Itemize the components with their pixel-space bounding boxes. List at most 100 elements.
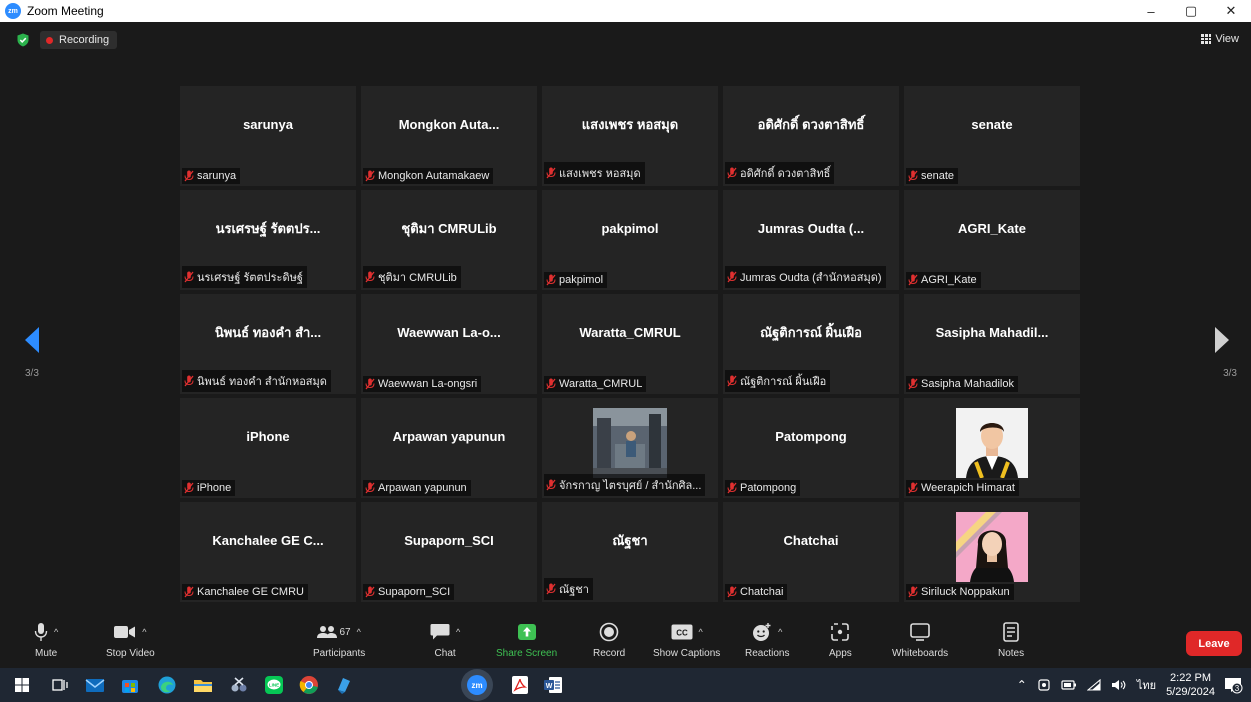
- muted-microphone-icon: [908, 274, 918, 286]
- participant-tile[interactable]: Chatchai Chatchai: [723, 502, 899, 602]
- wifi-icon[interactable]: [1086, 679, 1101, 691]
- muted-microphone-icon: [908, 586, 918, 598]
- participant-name: Kanchalee GE CMRU: [197, 586, 304, 598]
- show-hidden-icons-chevron-icon[interactable]: ⌃: [1017, 678, 1027, 692]
- participant-name: Jumras Oudta (สำนักหอสมุด): [740, 272, 882, 284]
- participant-tile[interactable]: Supaporn_SCI Supaporn_SCI: [361, 502, 537, 602]
- participant-display-name: Supaporn_SCI: [404, 532, 494, 548]
- media-app-icon[interactable]: [334, 675, 354, 695]
- participant-tile[interactable]: Waratta_CMRUL Waratta_CMRUL: [542, 294, 718, 394]
- file-explorer-icon[interactable]: [193, 675, 213, 695]
- encryption-shield-icon[interactable]: [16, 33, 30, 47]
- participant-tile[interactable]: ณัฐติการณ์ ผิ้นเฝือ ณัฐติการณ์ ผิ้นเฝือ: [723, 294, 899, 394]
- participant-name-label: Patompong: [725, 480, 801, 496]
- participant-tile[interactable]: นรเศรษฐ์ รัตตปร... นรเศรษฐ์ รัตตประดิษฐ์: [180, 190, 356, 290]
- participant-tile[interactable]: ณัฐชา ณัฐชา: [542, 502, 718, 602]
- reactions-options-caret-icon[interactable]: ^: [778, 627, 782, 637]
- line-app-icon[interactable]: LINE: [264, 675, 284, 695]
- notes-icon: [1003, 622, 1019, 642]
- mail-app-icon[interactable]: [85, 675, 105, 695]
- participant-display-name: นรเศรษฐ์ รัตตปร...: [215, 220, 321, 236]
- snipping-tool-icon[interactable]: [229, 675, 249, 695]
- participant-tile[interactable]: AGRI_Kate AGRI_Kate: [904, 190, 1080, 290]
- chrome-browser-icon[interactable]: [299, 675, 319, 695]
- participant-name: นิพนธ์ ทองคำ สำนักหอสมุด: [197, 376, 327, 388]
- muted-microphone-icon: [365, 482, 375, 494]
- apps-button[interactable]: Apps: [829, 622, 852, 659]
- participants-options-caret-icon[interactable]: ^: [357, 627, 361, 637]
- show-captions-button[interactable]: CC ^ Show Captions: [653, 622, 720, 659]
- captions-options-caret-icon[interactable]: ^: [699, 627, 703, 637]
- notes-button[interactable]: Notes: [998, 622, 1024, 659]
- participant-tile[interactable]: Weerapich Himarat: [904, 398, 1080, 498]
- view-label: View: [1215, 33, 1239, 45]
- edge-browser-icon[interactable]: [157, 675, 177, 695]
- task-view-icon[interactable]: [50, 675, 70, 695]
- acrobat-pdf-icon[interactable]: [510, 675, 530, 695]
- previous-page-arrow-icon[interactable]: [23, 325, 41, 355]
- mute-options-caret-icon[interactable]: ^: [54, 627, 58, 637]
- participant-tile[interactable]: แสงเพชร หอสมุด แสงเพชร หอสมุด: [542, 86, 718, 186]
- record-button[interactable]: Record: [593, 622, 625, 659]
- muted-microphone-icon: [908, 170, 918, 182]
- whiteboards-button[interactable]: Whiteboards: [892, 622, 948, 659]
- participant-name: Weerapich Himarat: [921, 482, 1015, 494]
- participant-tile[interactable]: Sasipha Mahadil... Sasipha Mahadilok: [904, 294, 1080, 394]
- participant-tile[interactable]: จักรกาญ ไตรบุศย์ / สำนักศิล...: [542, 398, 718, 498]
- microsoft-store-icon[interactable]: [120, 675, 140, 695]
- participant-tile[interactable]: iPhone iPhone: [180, 398, 356, 498]
- participant-name-label: iPhone: [182, 480, 236, 496]
- participant-tile[interactable]: Waewwan La-o... Waewwan La-ongsri: [361, 294, 537, 394]
- participant-tile[interactable]: อดิศักดิ์ ดวงตาสิทธิ์ อดิศักดิ์ ดวงตาสิทธ…: [723, 86, 899, 186]
- whiteboards-label: Whiteboards: [892, 648, 949, 659]
- participant-display-name: pakpimol: [601, 220, 659, 236]
- participant-tile[interactable]: sarunya sarunya: [180, 86, 356, 186]
- windows-start-icon[interactable]: [12, 675, 32, 695]
- participant-tile[interactable]: Mongkon Auta... Mongkon Autamakaew: [361, 86, 537, 186]
- volume-speaker-icon[interactable]: [1111, 679, 1127, 691]
- input-language-indicator[interactable]: ไทย: [1137, 676, 1156, 694]
- participants-button[interactable]: 67 ^ Participants: [313, 622, 365, 659]
- view-button[interactable]: View: [1201, 33, 1239, 45]
- word-document-icon[interactable]: W: [543, 675, 563, 695]
- participant-tile[interactable]: Patompong Patompong: [723, 398, 899, 498]
- taskbar-clock[interactable]: 2:22 PM 5/29/2024: [1166, 671, 1215, 699]
- mute-button[interactable]: ^ Mute: [34, 622, 58, 659]
- participant-tile[interactable]: Arpawan yapunun Arpawan yapunun: [361, 398, 537, 498]
- notification-center-icon[interactable]: 3: [1223, 675, 1243, 695]
- next-page-arrow-icon[interactable]: [1213, 325, 1231, 355]
- participant-tile[interactable]: Siriluck Noppakun: [904, 502, 1080, 602]
- onedrive-meet-icon[interactable]: [1037, 678, 1051, 692]
- participant-name: ณัฐติการณ์ ผิ้นเฝือ: [740, 376, 827, 388]
- video-camera-icon: [114, 626, 136, 638]
- participant-name-label: Kanchalee GE CMRU: [182, 584, 308, 600]
- leave-button[interactable]: Leave: [1186, 631, 1242, 656]
- participant-tile[interactable]: นิพนธ์ ทองคำ สำ... นิพนธ์ ทองคำ สำนักหอสม…: [180, 294, 356, 394]
- stop-video-button[interactable]: ^ Stop Video: [106, 622, 155, 659]
- minimize-button[interactable]: –: [1131, 0, 1171, 22]
- participant-display-name: Arpawan yapunun: [392, 428, 506, 444]
- participant-display-name: Jumras Oudta (...: [757, 220, 865, 236]
- participant-tile[interactable]: pakpimol pakpimol: [542, 190, 718, 290]
- participant-name: AGRI_Kate: [921, 274, 977, 286]
- muted-microphone-icon: [727, 167, 737, 179]
- show-captions-label: Show Captions: [653, 648, 721, 659]
- chat-button[interactable]: ^ Chat: [430, 622, 460, 659]
- share-screen-button[interactable]: Share Screen: [496, 622, 557, 659]
- participant-tile[interactable]: Kanchalee GE C... Kanchalee GE CMRU: [180, 502, 356, 602]
- muted-microphone-icon: [365, 378, 375, 390]
- recording-indicator[interactable]: Recording: [40, 31, 118, 49]
- zoom-taskbar-icon[interactable]: zm: [467, 675, 487, 695]
- battery-icon[interactable]: [1061, 679, 1077, 691]
- participant-tile[interactable]: ชุติมา CMRULib ชุติมา CMRULib: [361, 190, 537, 290]
- participant-tile[interactable]: senate senate: [904, 86, 1080, 186]
- chat-options-caret-icon[interactable]: ^: [456, 627, 460, 637]
- muted-microphone-icon: [546, 583, 556, 595]
- restore-button[interactable]: ▢: [1171, 0, 1211, 22]
- video-options-caret-icon[interactable]: ^: [142, 627, 146, 637]
- participant-tile[interactable]: Jumras Oudta (... Jumras Oudta (สำนักหอสม…: [723, 190, 899, 290]
- participant-name-label: sarunya: [182, 168, 241, 184]
- close-button[interactable]: ✕: [1211, 0, 1251, 22]
- reactions-button[interactable]: ^ Reactions: [745, 622, 789, 659]
- muted-microphone-icon: [908, 482, 918, 494]
